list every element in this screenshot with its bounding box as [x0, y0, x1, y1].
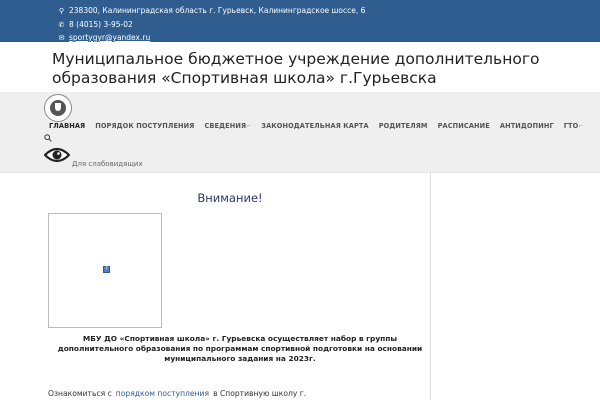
admission-prefix: Ознакомиться с: [48, 389, 112, 398]
admission-info-line: Ознакомиться с порядком поступления в Спор…: [48, 389, 306, 398]
menu-item-schedule[interactable]: РАСПИСАНИЕ: [433, 122, 495, 130]
address-row: ⚲ 238300, Калининградская область г. Гур…: [58, 6, 365, 15]
email-row[interactable]: ✉ sportygyr@yandex.ru: [58, 33, 151, 42]
phone-row[interactable]: ✆ 8 (4015) 3-95-02: [58, 20, 133, 29]
search-icon[interactable]: [44, 134, 52, 142]
phone-icon: ✆: [58, 20, 65, 29]
site-title[interactable]: Муниципальное бюджетное учреждение допол…: [52, 50, 572, 88]
notice-image: ?: [48, 213, 162, 328]
menu-item-gto[interactable]: ГТО⌐: [559, 122, 589, 130]
top-contact-bar: ⚲ 238300, Калининградская область г. Гур…: [0, 0, 600, 42]
menu-item-home[interactable]: ГЛАВНАЯ: [44, 122, 90, 130]
menu-item-info-label: СВЕДЕНИЯ: [204, 122, 247, 130]
menu-item-antidoping[interactable]: АНТИДОПИНГ: [495, 122, 559, 130]
dropdown-caret-icon: ⌐: [578, 123, 584, 130]
nav-menu: ГЛАВНАЯ ПОРЯДОК ПОСТУПЛЕНИЯ СВЕДЕНИЯ⌐ ЗА…: [44, 122, 589, 130]
content-divider-top: [0, 172, 600, 173]
menu-item-legislation[interactable]: ЗАКОНОДАТЕЛЬНАЯ КАРТА: [256, 122, 373, 130]
menu-item-info[interactable]: СВЕДЕНИЯ⌐: [199, 122, 256, 130]
phone-link[interactable]: 8 (4015) 3-95-02: [69, 20, 133, 29]
sidebar-divider: [430, 172, 431, 400]
admission-suffix: в Спортивную школу г.: [213, 389, 307, 398]
low-vision-link[interactable]: Для слабовидящих: [72, 160, 143, 168]
menu-item-gto-label: ГТО: [563, 122, 579, 130]
broken-image-icon: ?: [103, 266, 110, 273]
admission-link[interactable]: порядком поступления: [116, 389, 209, 398]
notice-heading: Внимание!: [197, 191, 263, 205]
dropdown-caret-icon: ⌐: [246, 123, 252, 130]
menu-item-parents[interactable]: РОДИТЕЛЯМ: [374, 122, 433, 130]
menu-item-admission[interactable]: ПОРЯДОК ПОСТУПЛЕНИЯ: [90, 122, 199, 130]
envelope-icon: ✉: [58, 33, 65, 42]
notice-paragraph: МБУ ДО «Спортивная школа» г. Гурьевска о…: [57, 334, 423, 363]
school-logo[interactable]: [44, 94, 72, 122]
eye-icon[interactable]: [44, 146, 70, 164]
email-link[interactable]: sportygyr@yandex.ru: [69, 33, 150, 42]
address-text: 238300, Калининградская область г. Гурье…: [69, 6, 366, 15]
map-marker-icon: ⚲: [58, 6, 65, 15]
